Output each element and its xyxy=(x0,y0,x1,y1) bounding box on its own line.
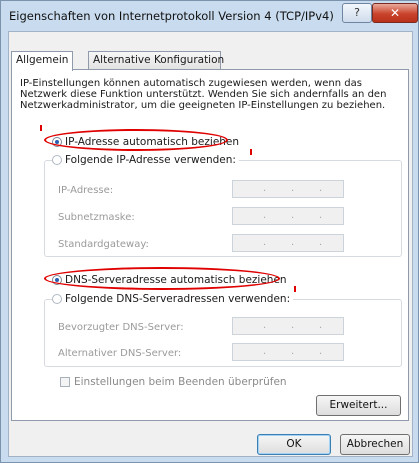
annotation-mark xyxy=(294,286,296,292)
preferred-dns-label: Bevorzugter DNS-Server: xyxy=(58,322,184,333)
description-text: IP-Einstellungen können automatisch zuge… xyxy=(20,78,387,111)
window-title: Eigenschaften von Internetprotokoll Vers… xyxy=(9,9,334,23)
annotation-mark xyxy=(40,125,42,131)
subnet-mask-label: Subnetzmaske: xyxy=(58,212,135,223)
dns-manual-radio-icon xyxy=(52,294,62,304)
ok-button[interactable]: OK xyxy=(257,434,331,455)
dialog-client-area: Allgemein Alternative Konfiguration IP-E… xyxy=(8,31,413,457)
default-gateway-field[interactable]: ... xyxy=(232,234,344,252)
help-button[interactable]: ? xyxy=(342,3,372,23)
ip-auto-label: IP-Adresse automatisch beziehen xyxy=(65,136,240,148)
preferred-dns-field[interactable]: ... xyxy=(232,317,344,335)
alternate-dns-field[interactable]: ... xyxy=(232,343,344,361)
dialog-window: Eigenschaften von Internetprotokoll Vers… xyxy=(0,0,419,463)
close-icon: ✕ xyxy=(389,6,401,20)
validate-on-exit-checkbox[interactable]: Einstellungen beim Beenden überprüfen xyxy=(60,376,287,388)
subnet-mask-field[interactable]: ... xyxy=(232,207,344,225)
dns-manual-label: Folgende DNS-Serveradressen verwenden: xyxy=(65,293,291,305)
dns-auto-radio[interactable]: DNS-Serveradresse automatisch beziehen xyxy=(52,274,287,286)
dns-manual-radio[interactable]: Folgende DNS-Serveradressen verwenden: xyxy=(52,293,294,305)
annotation-mark xyxy=(250,149,252,155)
validate-on-exit-label: Einstellungen beim Beenden überprüfen xyxy=(74,376,287,388)
default-gateway-label: Standardgateway: xyxy=(58,239,149,250)
advanced-button[interactable]: Erweitert... xyxy=(316,395,401,416)
cancel-button[interactable]: Abbrechen xyxy=(340,434,410,455)
ip-address-field[interactable]: ... xyxy=(232,180,344,198)
general-tab-panel: IP-Einstellungen können automatisch zuge… xyxy=(11,69,409,421)
ip-address-label: IP-Adresse: xyxy=(58,185,114,196)
alternate-dns-label: Alternativer DNS-Server: xyxy=(58,348,182,359)
dns-auto-radio-icon xyxy=(52,275,62,285)
ip-manual-label: Folgende IP-Adresse verwenden: xyxy=(65,154,236,166)
ip-auto-radio-icon xyxy=(52,137,62,147)
dns-auto-label: DNS-Serveradresse automatisch beziehen xyxy=(65,274,287,286)
close-button[interactable]: ✕ xyxy=(372,3,418,23)
ip-auto-radio[interactable]: IP-Adresse automatisch beziehen xyxy=(52,136,239,148)
ip-manual-radio-icon xyxy=(52,155,62,165)
checkbox-icon xyxy=(60,377,70,387)
tab-general[interactable]: Allgemein xyxy=(11,51,74,71)
title-bar[interactable]: Eigenschaften von Internetprotokoll Vers… xyxy=(1,1,419,31)
ip-manual-radio[interactable]: Folgende IP-Adresse verwenden: xyxy=(52,154,239,166)
tab-alternative-configuration[interactable]: Alternative Konfiguration xyxy=(88,51,224,69)
